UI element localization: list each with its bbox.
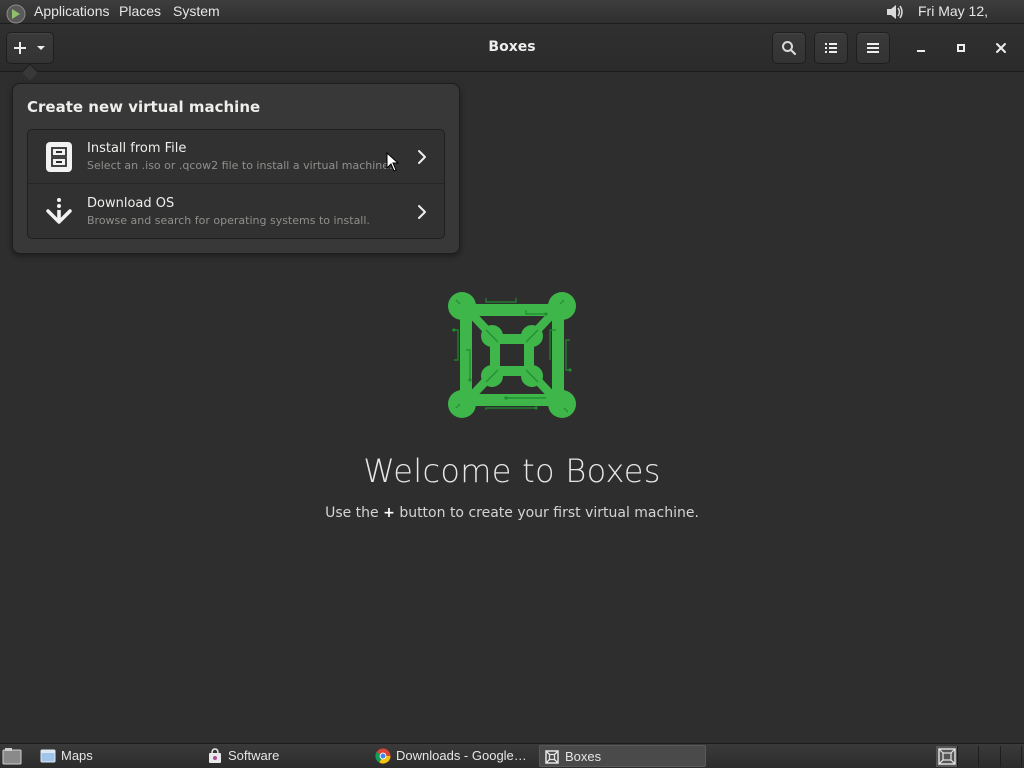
list-view-icon (825, 43, 837, 53)
chevron-down-icon (37, 46, 45, 50)
minimize-icon (917, 50, 925, 52)
maximize-icon (957, 44, 965, 52)
task-downloads-chrome[interactable]: Downloads - Google Chrome (371, 745, 533, 767)
mouse-cursor-icon (386, 152, 400, 172)
workspace-4[interactable] (1001, 746, 1022, 767)
menu-places[interactable]: Places (119, 0, 161, 24)
workspace-switcher (936, 746, 1022, 767)
task-label: Maps (61, 748, 93, 763)
download-os-row[interactable]: Download OS Browse and search for operat… (28, 185, 444, 238)
boxes-logo (448, 292, 576, 418)
popover-title: Create new virtual machine (27, 98, 261, 116)
welcome-hint-before: Use the (325, 505, 379, 521)
file-cabinet-icon (44, 141, 74, 173)
top-panel: Applications Places System Fri May 12, 1… (0, 0, 1024, 42)
mate-logo-icon[interactable] (6, 2, 26, 26)
clock[interactable]: Fri May 12, 16:54 (918, 0, 1024, 42)
download-os-subtitle: Browse and search for operating systems … (87, 214, 370, 227)
popover-list: Install from File Select an .iso or .qco… (27, 129, 445, 239)
welcome-title: Welcome to Boxes (363, 452, 661, 490)
new-vm-button[interactable] (6, 32, 54, 64)
download-os-title: Download OS (87, 196, 175, 211)
install-from-file-subtitle: Select an .iso or .qcow2 file to install… (87, 159, 393, 172)
task-boxes[interactable]: Boxes (539, 745, 706, 767)
menu-applications[interactable]: Applications (34, 0, 110, 24)
workspace-2[interactable] (958, 746, 980, 767)
hamburger-menu-icon (867, 43, 879, 53)
workspace-1[interactable] (936, 746, 958, 767)
close-button[interactable] (989, 36, 1013, 60)
plus-icon (14, 42, 26, 54)
search-button[interactable] (772, 32, 806, 64)
task-maps[interactable]: Maps (36, 745, 196, 767)
chrome-icon (375, 748, 391, 764)
list-view-button[interactable] (814, 32, 848, 64)
minimize-button[interactable] (909, 36, 933, 60)
chevron-right-icon (418, 205, 426, 219)
task-software[interactable]: Software (203, 745, 363, 767)
task-label: Software (228, 748, 280, 763)
boxes-icon (545, 750, 559, 764)
maps-icon (40, 749, 56, 763)
window-title: Boxes (488, 39, 536, 55)
install-from-file-title: Install from File (87, 141, 187, 156)
welcome-hint-plus: + (383, 505, 395, 521)
chevron-right-icon (418, 150, 426, 164)
download-arrow-icon (44, 196, 74, 228)
install-from-file-row[interactable]: Install from File Select an .iso or .qco… (28, 130, 444, 184)
maximize-button[interactable] (949, 36, 973, 60)
header-bar: Boxes (0, 24, 1024, 72)
task-label: Boxes (565, 749, 602, 764)
task-label: Downloads - Google Chrome (396, 748, 528, 763)
menu-system[interactable]: System (173, 0, 220, 24)
boxes-icon (938, 748, 956, 765)
main-menu-button[interactable] (856, 32, 890, 64)
search-icon (782, 41, 797, 56)
welcome-hint-after: button to create your first virtual mach… (399, 505, 699, 521)
close-icon (996, 43, 1006, 53)
software-icon (209, 748, 221, 763)
show-desktop-icon[interactable] (2, 747, 22, 765)
welcome-hint: Use the + button to create your first vi… (262, 505, 762, 521)
workspace-3[interactable] (979, 746, 1001, 767)
bottom-panel: Maps Software Downloads - Google Chrome … (0, 743, 1024, 768)
speaker-icon[interactable] (884, 2, 906, 22)
